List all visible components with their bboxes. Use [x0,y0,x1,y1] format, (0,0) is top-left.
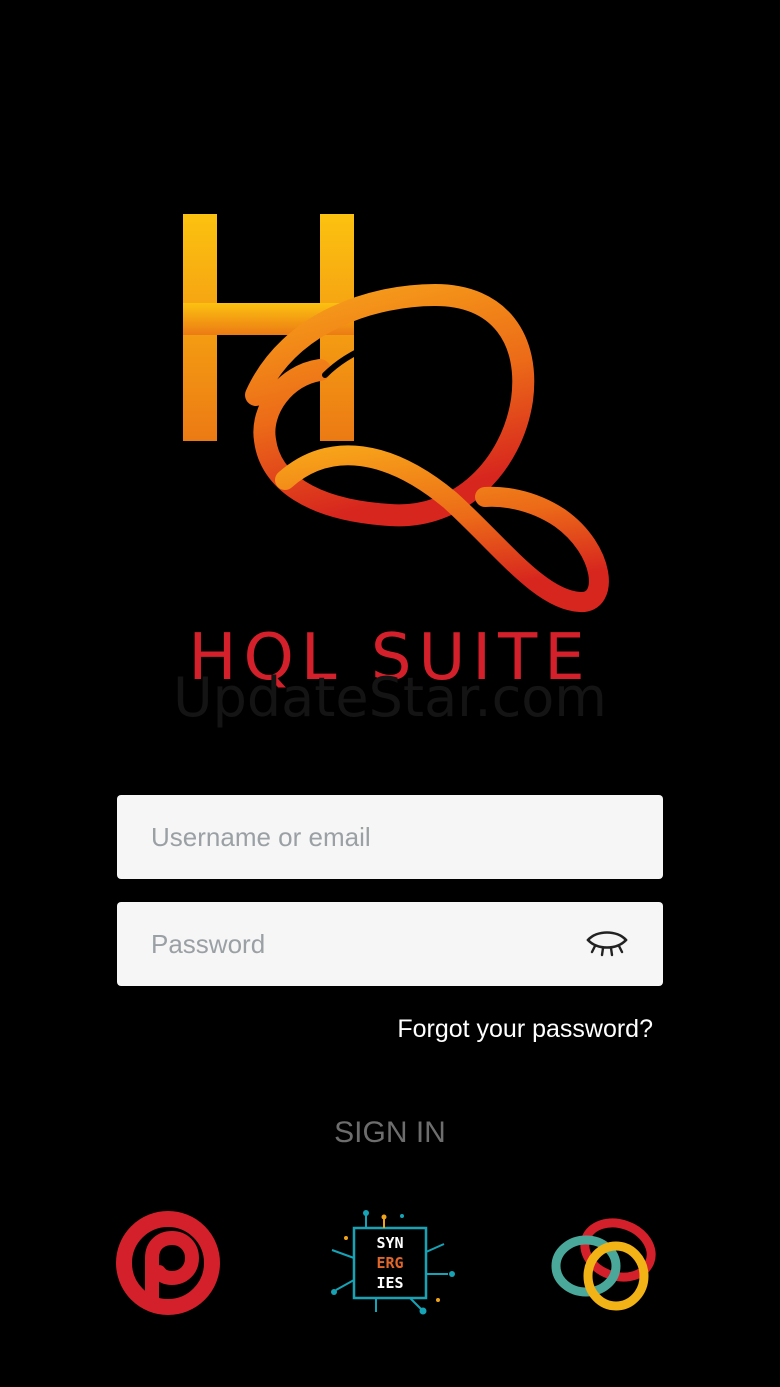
eye-closed-icon[interactable] [585,928,629,960]
forgot-password-link[interactable]: Forgot your password? [397,1012,653,1046]
synergies-line-2: ERG [376,1254,403,1272]
rings-logo [548,1208,664,1318]
watermark-text: UpdateStar.com [173,666,607,729]
hq-logo-mark [183,214,609,612]
p-logo [112,1208,224,1318]
synergies-line-3: IES [376,1274,403,1292]
sign-in-button[interactable]: SIGN IN [290,1108,490,1156]
synergies-line-1: SYN [376,1234,403,1252]
password-input[interactable] [117,902,663,986]
synergies-logo: SYN ERG IES [318,1208,462,1318]
username-field[interactable] [117,795,663,879]
username-input[interactable] [117,795,663,879]
hq-logo [160,200,620,630]
password-field[interactable] [117,902,663,986]
